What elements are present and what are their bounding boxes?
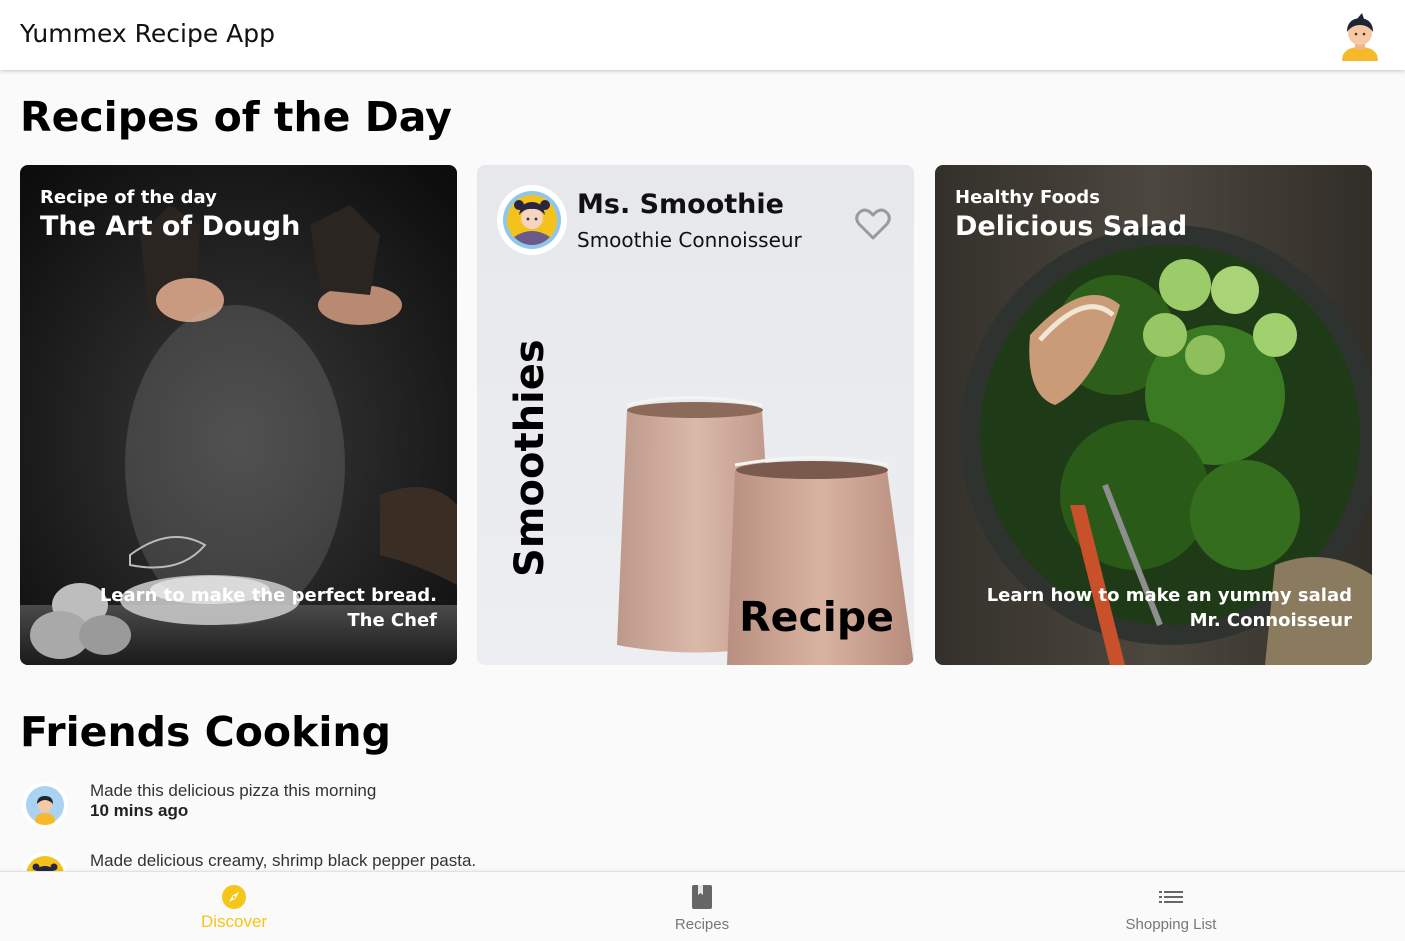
nav-label: Discover: [200, 912, 268, 931]
nav-recipes-tab[interactable]: Recipes: [468, 872, 936, 941]
app-title: Yummex Recipe App: [20, 19, 275, 48]
recipe-corner-label: Recipe: [739, 593, 894, 641]
card-subtitle: Recipe of the day: [40, 187, 217, 208]
boy-avatar-icon: [22, 782, 68, 828]
nav-shopping-list-tab[interactable]: Shopping List: [937, 872, 1405, 941]
bottom-navigation-bar: Discover Recipes Shopping List: [0, 871, 1405, 941]
nav-label: Recipes: [674, 916, 730, 933]
chef-avatar: [497, 185, 567, 255]
friends-cooking-heading: Friends Cooking: [20, 708, 391, 756]
nav-label: Shopping List: [1125, 916, 1217, 933]
recipe-card-delicious-salad[interactable]: Healthy Foods Delicious Salad Learn how …: [935, 165, 1372, 665]
friend-post[interactable]: Made this delicious pizza this morning 1…: [0, 778, 1405, 838]
chef-role: Smoothie Connoisseur: [577, 228, 802, 252]
girl-avatar-icon: [497, 185, 567, 255]
friend-post-text: Made this delicious pizza this morning: [90, 781, 377, 800]
book-icon: [692, 885, 712, 909]
friend-post-text: Made delicious creamy, shrimp black pepp…: [90, 851, 477, 870]
recipe-card-smoothies[interactable]: Ms. Smoothie Smoothie Connoisseur Smooth…: [477, 165, 914, 665]
profile-avatar-button[interactable]: [1337, 13, 1383, 61]
friend-post-time: 10 mins ago: [90, 801, 189, 820]
card-description: Learn to make the perfect bread.: [99, 585, 437, 606]
card-author: Mr. Connoisseur: [1189, 610, 1352, 631]
chef-name: Ms. Smoothie: [577, 189, 784, 220]
card-title: The Art of Dough: [40, 211, 301, 242]
recipes-of-the-day-heading: Recipes of the Day: [20, 93, 452, 141]
app-bar: Yummex Recipe App: [0, 0, 1405, 70]
recipe-card-art-of-dough[interactable]: Recipe of the day The Art of Dough Learn…: [20, 165, 457, 665]
card-title: Delicious Salad: [955, 211, 1188, 242]
compass-icon: [222, 885, 246, 909]
smoothies-vertical-label: Smoothies: [507, 339, 553, 577]
card-description: Learn how to make an yummy salad: [986, 585, 1352, 606]
card-subtitle: Healthy Foods: [955, 187, 1100, 208]
nav-discover-tab[interactable]: Discover: [0, 872, 468, 941]
friend-avatar: [22, 782, 68, 828]
favorite-heart-icon[interactable]: [855, 207, 891, 241]
list-icon: [1159, 891, 1183, 903]
boy-avatar-icon: [1342, 13, 1378, 61]
card-author: The Chef: [347, 610, 437, 631]
